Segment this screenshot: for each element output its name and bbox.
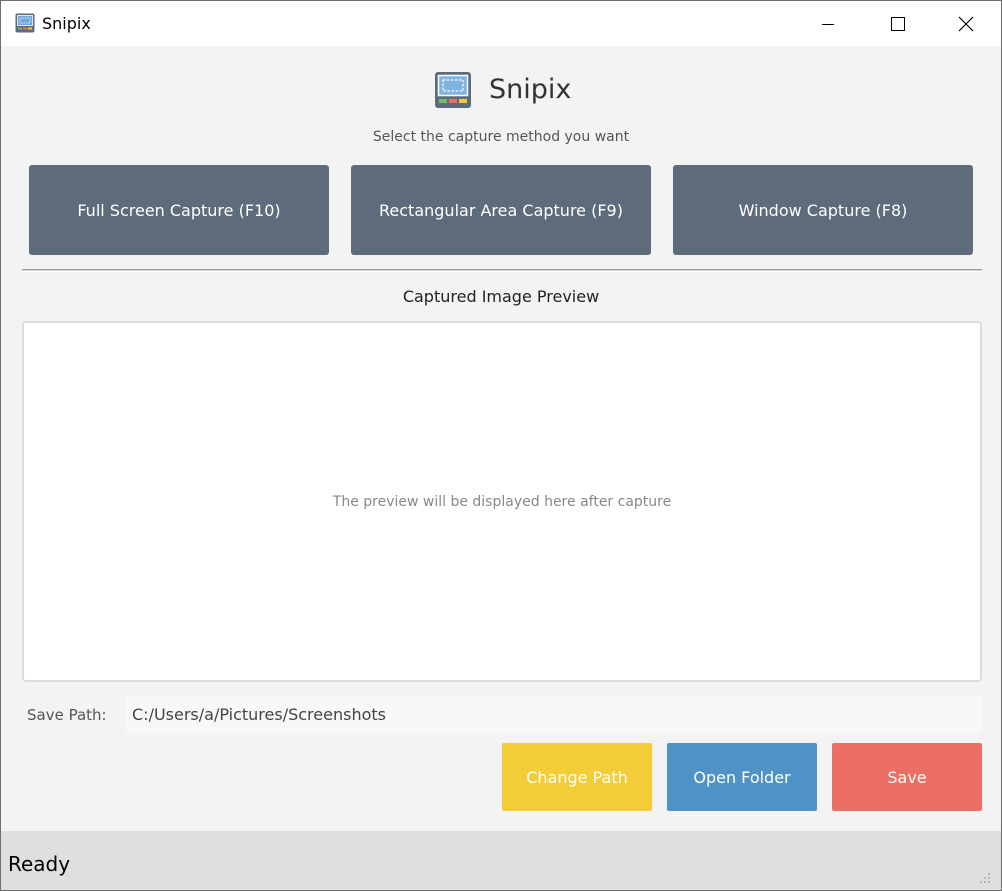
save-path-label: Save Path: [27,706,107,724]
title-bar[interactable]: Snipix [1,1,1001,46]
capture-method-instructions: Select the capture method you want [372,129,630,145]
save-path-field[interactable] [126,695,982,733]
open-folder-button[interactable]: Open Folder [667,743,817,811]
window-capture-button[interactable]: Window Capture (F8) [673,165,973,255]
section-divider [22,269,982,272]
app-icon [15,13,35,33]
maximize-icon [891,16,905,31]
maximize-button[interactable] [863,1,933,46]
save-button[interactable]: Save [832,743,982,811]
change-path-button[interactable]: Change Path [502,743,652,811]
status-bar: Ready [1,831,1001,890]
window-title: Snipix [42,14,91,33]
preview-heading: Captured Image Preview [402,287,600,306]
app-heading: Snipix [489,74,572,105]
app-window: Snipix Snipix Select the capture method … [0,0,1002,891]
screen-capture-icon [435,72,471,108]
image-preview-area: The preview will be displayed here after… [22,321,982,682]
preview-placeholder-text: The preview will be displayed here after… [332,493,672,510]
rectangular-area-capture-button[interactable]: Rectangular Area Capture (F9) [351,165,651,255]
resize-grip-icon[interactable] [979,872,991,884]
minimize-icon [822,23,834,25]
status-text: Ready [8,852,71,876]
close-button[interactable] [931,1,1001,46]
minimize-button[interactable] [793,1,863,46]
full-screen-capture-button[interactable]: Full Screen Capture (F10) [29,165,329,255]
close-icon [958,16,974,31]
